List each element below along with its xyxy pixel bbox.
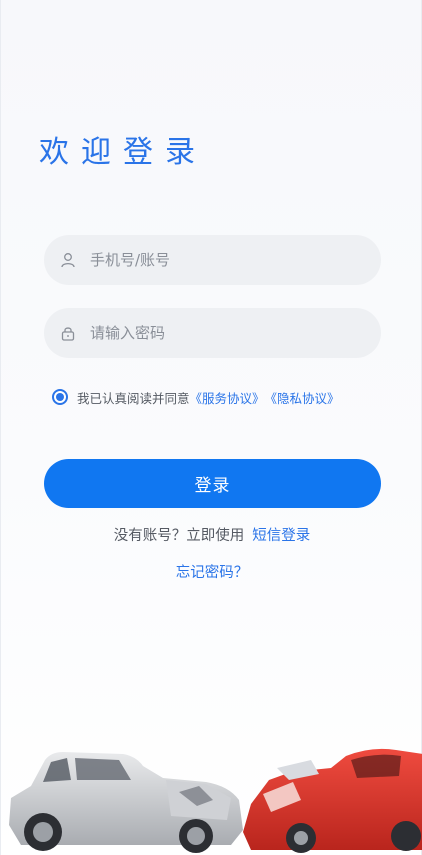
login-button[interactable]: 登录 — [44, 459, 381, 508]
agreement-text: 我已认真阅读并同意 — [77, 390, 190, 406]
agreement-row: 我已认真阅读并同意 《服务协议》 《隐私协议》 — [52, 387, 340, 407]
password-input[interactable] — [88, 317, 352, 349]
car-crash-illustration — [9, 748, 422, 853]
forgot-password-link[interactable]: 忘记密码？ — [1, 561, 422, 582]
signup-row: 没有账号？立即使用 短信登录 — [1, 524, 422, 545]
sms-login-link[interactable]: 短信登录 — [252, 528, 310, 544]
login-screen: 欢迎登录 我已认真阅读并同意 《服务协议》 《隐私协议》 登录 没有账号？立即使… — [0, 0, 422, 855]
service-agreement-link[interactable]: 《服务协议》 — [190, 388, 265, 407]
agreement-radio[interactable] — [52, 389, 68, 405]
page-title: 欢迎登录 — [39, 135, 207, 170]
lock-icon — [60, 325, 76, 341]
signup-prompt: 没有账号？立即使用 — [113, 528, 245, 544]
radio-checked-dot — [56, 393, 64, 401]
phone-account-field[interactable] — [44, 235, 381, 285]
user-icon — [60, 252, 76, 268]
password-field[interactable] — [44, 308, 381, 358]
privacy-agreement-link[interactable]: 《隐私协议》 — [265, 388, 340, 407]
phone-account-input[interactable] — [88, 244, 352, 276]
